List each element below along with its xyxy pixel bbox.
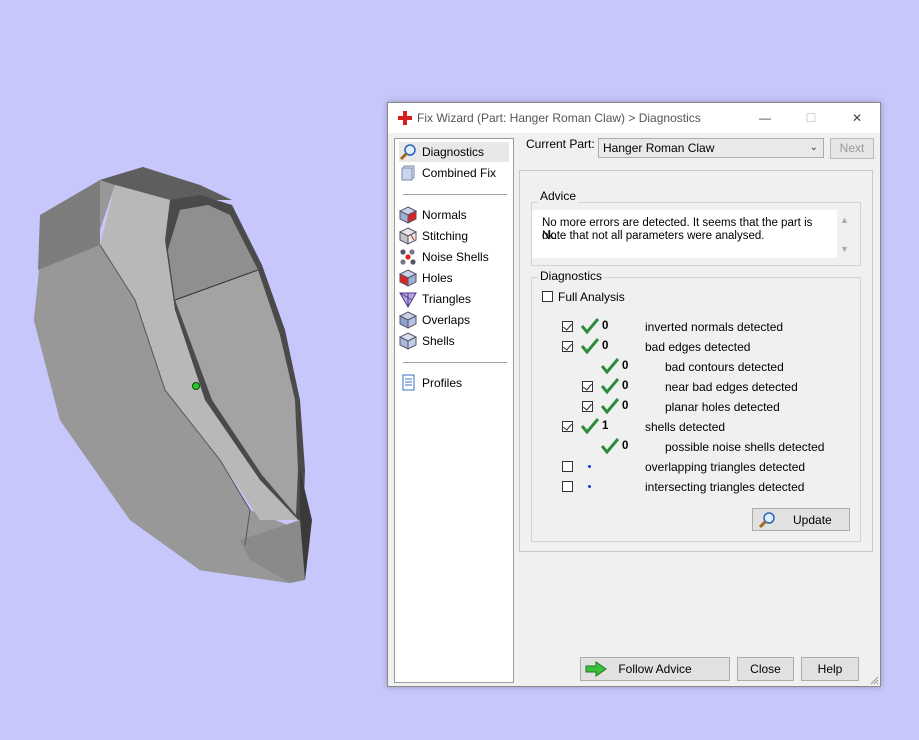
status-dot — [588, 485, 591, 488]
next-button[interactable]: Next — [830, 138, 874, 159]
diagnostics-title: Diagnostics — [538, 269, 605, 283]
title-bar[interactable]: Fix Wizard (Part: Hanger Roman Claw) > D… — [388, 103, 880, 133]
check-mark-icon — [601, 438, 619, 454]
shells-checkbox[interactable] — [562, 421, 573, 432]
nav-item-profiles[interactable]: Profiles — [399, 373, 509, 393]
cube-stitch-icon — [399, 227, 417, 245]
diag-count: 0 — [602, 320, 609, 332]
cube-hole-icon — [399, 269, 417, 287]
check-mark-icon — [581, 338, 599, 354]
resize-grip-icon[interactable] — [869, 675, 879, 685]
diag-row-label: shells detected — [645, 420, 726, 434]
intersecting-triangles-checkbox[interactable] — [562, 481, 573, 492]
status-dot — [588, 465, 591, 468]
close-window-button[interactable]: ✕ — [834, 103, 880, 133]
fix-wizard-window: Fix Wizard (Part: Hanger Roman Claw) > D… — [387, 102, 881, 687]
planar-holes-checkbox[interactable] — [582, 401, 593, 412]
magnifier-icon — [399, 144, 416, 161]
minimize-button[interactable]: — — [742, 103, 788, 133]
nav-separator — [403, 362, 507, 363]
diag-count: 0 — [622, 440, 629, 452]
scroll-up-icon[interactable]: ▲ — [840, 214, 849, 227]
nav-separator — [403, 194, 507, 195]
full-analysis-label: Full Analysis — [558, 290, 625, 304]
diag-row-label: overlapping triangles detected — [645, 460, 806, 474]
nav-item-normals[interactable]: Normals — [399, 205, 509, 225]
advice-title: Advice — [538, 189, 579, 203]
check-mark-icon — [601, 358, 619, 374]
cube-red-icon — [399, 206, 417, 224]
diag-row-label: bad edges detected — [645, 340, 751, 354]
update-button[interactable]: Update — [752, 508, 850, 531]
check-mark-icon — [581, 418, 599, 434]
inverted-normals-checkbox[interactable] — [562, 321, 573, 332]
document-icon — [402, 374, 415, 391]
current-part-label: Current Part: — [526, 137, 595, 151]
window-title: Fix Wizard (Part: Hanger Roman Claw) > D… — [417, 111, 701, 125]
cube-overlap-icon — [399, 311, 417, 329]
diag-count: 0 — [622, 360, 629, 372]
diag-row-label: possible noise shells detected — [665, 440, 825, 454]
nav-item-diagnostics[interactable]: Diagnostics — [399, 142, 509, 162]
advice-textbox[interactable]: No more errors are detected. It seems th… — [532, 210, 849, 258]
nav-item-overlaps[interactable]: Overlaps — [399, 310, 509, 330]
current-part-select[interactable]: Hanger Roman Claw ⌄ — [598, 138, 824, 158]
layers-icon — [401, 165, 415, 181]
magnifier-icon — [758, 512, 775, 529]
red-cross-icon — [398, 111, 412, 125]
check-mark-icon — [601, 398, 619, 414]
overlapping-triangles-checkbox[interactable] — [562, 461, 573, 472]
scroll-down-icon[interactable]: ▼ — [840, 243, 849, 256]
check-mark-icon — [601, 378, 619, 394]
pivot-marker — [192, 382, 200, 390]
diag-row-label: planar holes detected — [665, 400, 780, 414]
cube-shell-icon — [399, 332, 417, 350]
nav-item-triangles[interactable]: Triangles — [399, 289, 509, 309]
diag-count: 0 — [602, 340, 609, 352]
help-button[interactable]: Help — [801, 657, 859, 681]
maximize-button[interactable]: ☐ — [788, 103, 834, 133]
close-button[interactable]: Close — [737, 657, 794, 681]
green-arrow-icon — [585, 661, 607, 677]
nav-item-stitching[interactable]: Stitching — [399, 226, 509, 246]
nav-item-holes[interactable]: Holes — [399, 268, 509, 288]
chevron-down-icon: ⌄ — [809, 142, 818, 153]
dots-icon — [400, 249, 416, 265]
bad-edges-checkbox[interactable] — [562, 341, 573, 352]
full-analysis-checkbox[interactable] — [542, 291, 553, 302]
diag-row-label: near bad edges detected — [665, 380, 798, 394]
diag-count: 0 — [622, 380, 629, 392]
diag-count: 0 — [622, 400, 629, 412]
diag-count: 1 — [602, 420, 609, 432]
near-bad-edges-checkbox[interactable] — [582, 381, 593, 392]
follow-advice-button[interactable]: Follow Advice — [580, 657, 730, 681]
diag-row-label: bad contours detected — [665, 360, 784, 374]
fix-wizard-nav: Diagnostics Combined Fix Normals Stitchi… — [394, 138, 514, 683]
nav-item-noise-shells[interactable]: Noise Shells — [399, 247, 509, 267]
advice-line-2: Note that not all parameters were analys… — [542, 230, 765, 242]
nav-item-shells[interactable]: Shells — [399, 331, 509, 351]
nav-item-combined-fix[interactable]: Combined Fix — [399, 163, 509, 183]
triangles-icon — [399, 292, 417, 308]
check-mark-icon — [581, 318, 599, 334]
diag-row-label: inverted normals detected — [645, 320, 784, 334]
diag-row-label: intersecting triangles detected — [645, 480, 805, 494]
